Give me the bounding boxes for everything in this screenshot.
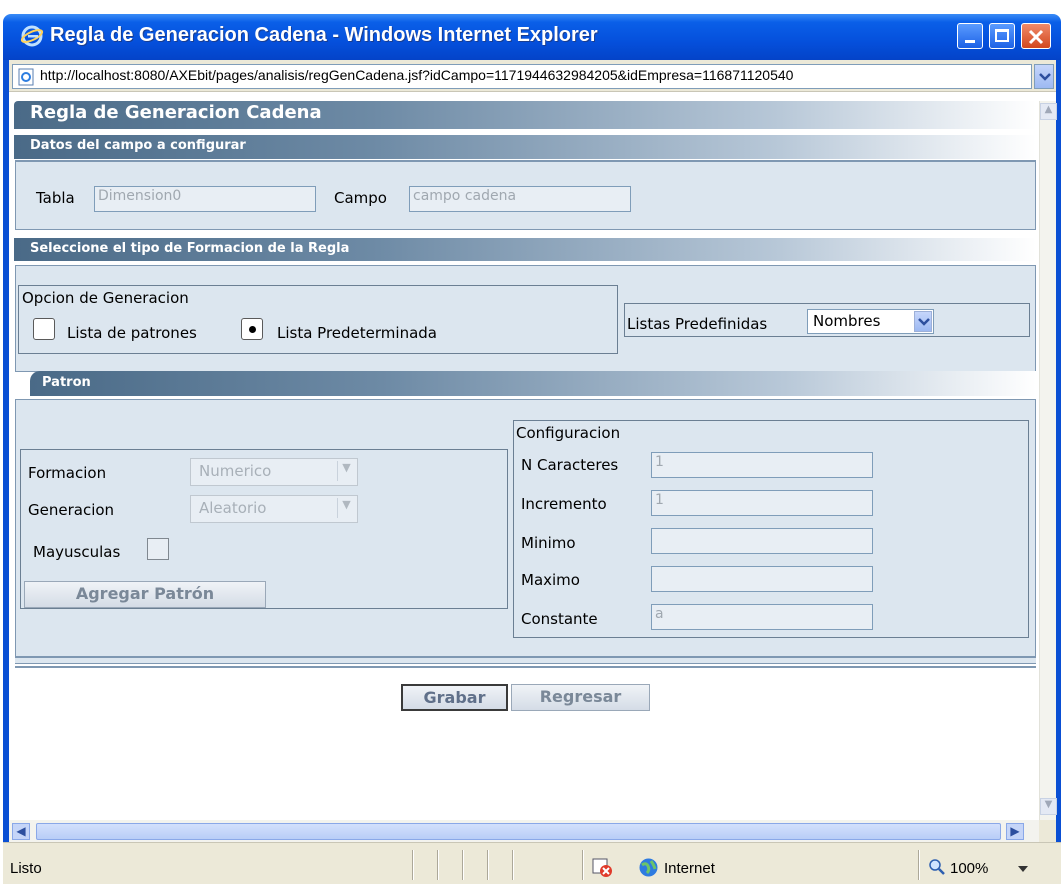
section-header-tipo: Seleccione el tipo de Formacion de la Re…	[14, 238, 1036, 261]
grabar-button[interactable]: Grabar	[401, 684, 508, 711]
formacion-value: Numerico	[199, 462, 272, 480]
status-separator	[437, 850, 439, 880]
minimo-label: Minimo	[521, 534, 576, 552]
chevron-down-icon	[1039, 73, 1051, 81]
listas-dropdown-button[interactable]	[914, 311, 932, 332]
zoom-icon[interactable]	[928, 858, 946, 876]
scroll-left-button[interactable]: ◀	[12, 823, 30, 840]
incremento-label: Incremento	[521, 495, 607, 513]
address-url[interactable]: http://localhost:8080/AXEbit/pages/anali…	[40, 67, 1030, 83]
address-dropdown-button[interactable]	[1034, 64, 1054, 89]
generacion-label: Generacion	[28, 501, 115, 519]
zoom-dropdown-icon[interactable]	[1018, 866, 1028, 873]
section-divider	[15, 656, 1036, 664]
generacion-value: Aleatorio	[199, 499, 267, 517]
minimize-button[interactable]	[957, 23, 983, 49]
window-border-bottom	[0, 884, 1061, 890]
zoom-level[interactable]: 100%	[950, 860, 988, 877]
scroll-down-button[interactable]: ▼	[1040, 798, 1057, 815]
regresar-button[interactable]: Regresar	[511, 684, 650, 711]
constante-input[interactable]: a	[651, 604, 873, 630]
section-header-datos: Datos del campo a configurar	[14, 135, 1036, 159]
security-zone-text: Internet	[664, 860, 715, 877]
scroll-thumb[interactable]	[36, 823, 1001, 840]
chevron-down-icon: ▼	[337, 498, 355, 518]
close-icon	[1028, 29, 1044, 45]
mayusculas-checkbox[interactable]	[147, 538, 169, 560]
radio-lista-patrones[interactable]	[33, 318, 55, 340]
lista-patrones-label: Lista de patrones	[67, 324, 197, 342]
minimo-input[interactable]	[651, 528, 873, 554]
agregar-patron-button[interactable]: Agregar Patrón	[24, 581, 266, 608]
vertical-scrollbar[interactable]: ▲ ▼	[1039, 101, 1057, 820]
constante-label: Constante	[521, 610, 598, 628]
chevron-down-icon: ▼	[337, 461, 355, 481]
section-header-patron: Patron	[30, 371, 1036, 396]
scroll-right-button[interactable]: ▶	[1006, 823, 1024, 840]
chevron-down-icon	[918, 318, 930, 326]
popup-blocked-icon[interactable]	[591, 856, 613, 878]
n-caracteres-label: N Caracteres	[521, 456, 619, 474]
incremento-input[interactable]: 1	[651, 490, 873, 516]
status-separator	[918, 850, 920, 880]
formacion-label: Formacion	[28, 464, 107, 482]
horizontal-scrollbar[interactable]: ◀ ▶	[9, 820, 1039, 842]
tabla-label: Tabla	[36, 189, 75, 207]
maximize-button[interactable]	[989, 23, 1015, 49]
maximo-input[interactable]	[651, 566, 873, 592]
generacion-select[interactable]: Aleatorio ▼	[190, 495, 358, 523]
opcion-generacion-label: Opcion de Generacion	[22, 289, 189, 307]
n-caracteres-input[interactable]: 1	[651, 452, 873, 478]
formacion-select[interactable]: Numerico ▼	[190, 458, 358, 486]
minimize-icon	[965, 40, 975, 43]
status-separator	[512, 850, 514, 880]
scroll-corner	[1039, 820, 1056, 842]
status-separator	[487, 850, 489, 880]
maximize-icon	[995, 29, 1009, 42]
campo-label: Campo	[334, 189, 387, 207]
page-icon	[18, 68, 34, 86]
status-separator	[582, 850, 584, 880]
globe-icon	[639, 858, 658, 877]
status-bar	[3, 842, 1061, 884]
listas-predefinidas-label: Listas Predefinidas	[627, 315, 768, 333]
listas-predefinidas-value: Nombres	[813, 312, 881, 330]
page-title: Regla de Generacion Cadena	[14, 101, 1036, 129]
lista-predeterminada-label: Lista Predeterminada	[277, 324, 437, 342]
configuracion-label: Configuracion	[516, 424, 621, 442]
status-separator	[462, 850, 464, 880]
tabla-input[interactable]: Dimension0	[94, 186, 316, 212]
scroll-up-button[interactable]: ▲	[1040, 103, 1057, 120]
campo-input[interactable]: campo cadena	[409, 186, 631, 212]
status-separator	[412, 850, 414, 880]
window-border-right	[1056, 60, 1061, 884]
status-text: Listo	[10, 860, 42, 877]
section-divider	[15, 666, 1036, 674]
radio-selected-dot	[249, 326, 256, 333]
mayusculas-label: Mayusculas	[33, 543, 121, 561]
close-button[interactable]	[1021, 23, 1051, 49]
window-title: Regla de Generacion Cadena - Windows Int…	[50, 24, 598, 46]
radio-lista-predeterminada[interactable]	[241, 318, 263, 340]
listas-predefinidas-select[interactable]: Nombres	[807, 309, 934, 334]
ie-logo-icon	[20, 25, 44, 47]
maximo-label: Maximo	[521, 571, 580, 589]
